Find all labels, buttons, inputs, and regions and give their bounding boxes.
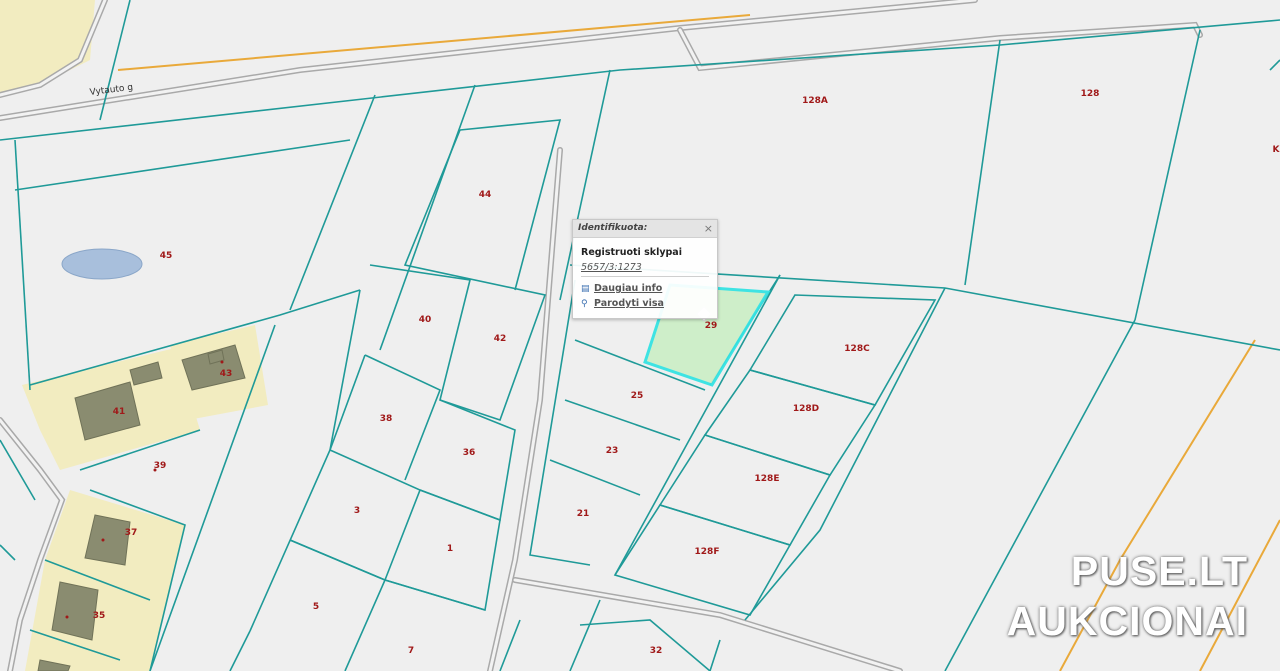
more-info-link[interactable]: ▤ Daugiau info xyxy=(581,283,662,294)
popup-title: Identifikuota: xyxy=(578,223,648,233)
parcel-label: 128A xyxy=(802,96,828,106)
identify-popup: Identifikuota: × Registruoti sklypai 565… xyxy=(572,219,718,319)
parcel-label: 5 xyxy=(313,602,319,612)
close-icon[interactable]: × xyxy=(704,222,713,235)
parcel-label: 45 xyxy=(160,251,173,261)
layer-name: Registruoti sklypai xyxy=(581,247,682,258)
more-info-label: Daugiau info xyxy=(594,283,663,294)
parcel-label: 38 xyxy=(380,414,393,424)
parcel-label: 35 xyxy=(93,611,106,621)
show-all-label: Parodyti visa xyxy=(594,298,664,309)
parcel-label: 1 xyxy=(447,544,453,554)
parcel-label: 32 xyxy=(650,646,663,656)
watermark: PUSE.LT AUKCIONAI xyxy=(1007,546,1248,646)
parcel-label: 7 xyxy=(408,646,414,656)
parcel-label: 36 xyxy=(463,448,476,458)
parcel-label: 41 xyxy=(113,407,126,417)
show-all-link[interactable]: ⚲ Parodyti visa xyxy=(581,298,664,309)
parcel-label: 29 xyxy=(705,321,718,331)
popup-divider xyxy=(581,276,709,277)
parcel-label: 128D xyxy=(793,404,819,414)
parcel-label: 128 xyxy=(1081,89,1100,99)
parcel-label: 25 xyxy=(631,391,644,401)
parcel-label: 128E xyxy=(755,474,780,484)
parcel-label: 21 xyxy=(577,509,590,519)
parcel-label: 40 xyxy=(419,315,432,325)
parcel-label: 42 xyxy=(494,334,507,344)
watermark-line-1: PUSE.LT xyxy=(1070,548,1248,594)
parcel-label: 23 xyxy=(606,446,619,456)
parcel-label: 128C xyxy=(844,344,870,354)
watermark-line-2: AUKCIONAI xyxy=(1006,598,1248,644)
parcel-label: 44 xyxy=(479,190,492,200)
residential-yards xyxy=(0,0,268,671)
document-icon: ▤ xyxy=(581,284,590,294)
parcel-label: K xyxy=(1273,145,1280,155)
pond xyxy=(61,248,143,280)
parcel-label: 128F xyxy=(695,547,720,557)
parcel-code-link[interactable]: 5657/3:1273 xyxy=(581,262,642,273)
parcel-label: 3 xyxy=(354,506,360,516)
popup-header: Identifikuota: × xyxy=(573,220,717,238)
parcel-label: 37 xyxy=(125,528,138,538)
parcel-label: 43 xyxy=(220,369,233,379)
magnifier-icon: ⚲ xyxy=(581,299,588,309)
